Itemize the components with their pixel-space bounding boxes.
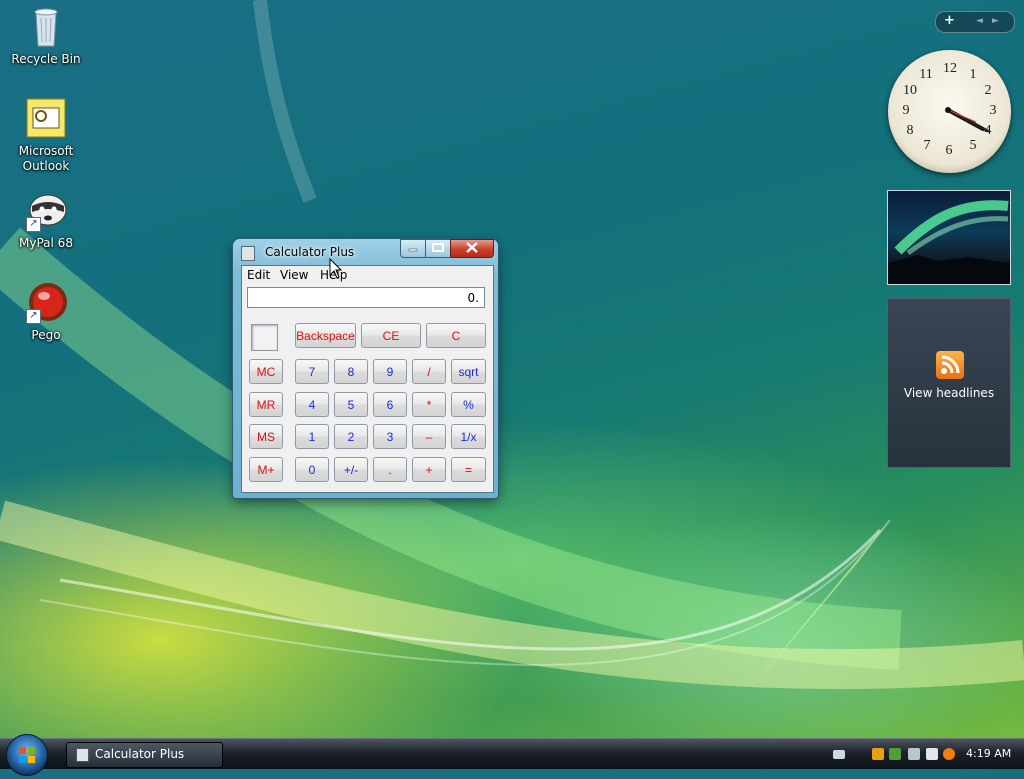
aurora-photo [888,200,1010,284]
mouse-cursor-icon [329,258,343,279]
menu-edit[interactable]: Edit [247,268,270,282]
key-decimal[interactable]: . [373,457,407,482]
m-plus-button[interactable]: M+ [249,457,283,482]
key-subtract[interactable]: – [412,424,446,449]
clock-time[interactable]: 4:19 AM [966,747,1011,760]
shortcut-arrow-icon: ↗ [26,217,41,232]
window-title: Calculator Plus [265,245,355,259]
key-equals[interactable]: = [451,457,486,482]
security-shield-icon[interactable] [872,748,884,760]
taskbar-button-calculator[interactable]: Calculator Plus [66,742,223,768]
desktop-icon-microsoft-outlook[interactable]: Microsoft Outlook [4,96,88,174]
gadget-prev-button[interactable]: ◄ [976,16,983,26]
mc-button[interactable]: MC [249,359,283,384]
desktop-icon-label: Recycle Bin [11,52,81,66]
backspace-button[interactable]: Backspace [295,323,356,348]
memory-indicator [251,324,278,351]
wallpaper-swoosh [0,0,1024,690]
gadget-toolbar: + ◄ ► [935,11,1015,33]
maximize-button[interactable] [425,239,451,258]
desktop-icon-label: MyPal 68 [19,236,73,250]
key-8[interactable]: 8 [334,359,368,384]
key-5[interactable]: 5 [334,392,368,417]
key-add[interactable]: + [412,457,446,482]
key-plus-minus[interactable]: +/- [334,457,368,482]
add-gadget-button[interactable]: + [944,13,955,28]
maximize-icon [432,243,444,252]
volume-icon[interactable] [926,748,938,760]
minimize-button[interactable] [400,239,426,258]
close-button[interactable] [450,239,494,258]
key-3[interactable]: 3 [373,424,407,449]
safely-remove-icon[interactable] [889,748,901,760]
key-multiply[interactable]: * [412,392,446,417]
key-2[interactable]: 2 [334,424,368,449]
outlook-icon [24,96,68,140]
search-icon[interactable] [943,748,955,760]
calculator-body: Edit View Help 0. Backspace CE C MC MR M… [241,265,494,493]
recycle-bin-icon [24,4,68,48]
slideshow-gadget[interactable] [887,190,1011,285]
key-sqrt[interactable]: sqrt [451,359,486,384]
clock-gadget[interactable]: 12 1 2 3 4 5 6 7 8 9 10 11 [888,50,1011,173]
key-6[interactable]: 6 [373,392,407,417]
gadget-next-button[interactable]: ► [992,16,999,26]
desktop-icon-label: Microsoft Outlook [18,144,74,173]
menu-view[interactable]: View [280,268,308,282]
calculator-window[interactable]: Calculator Plus Edit View Help 0. Backsp… [233,239,498,498]
key-reciprocal[interactable]: 1/x [451,424,486,449]
windows-logo-icon [19,747,35,763]
close-icon [466,242,478,253]
desktop-icon-label: Pego [31,328,61,342]
shortcut-arrow-icon: ↗ [26,309,41,324]
c-button[interactable]: C [426,323,486,348]
mypal-raccoon-icon: ↗ [24,188,68,232]
start-button[interactable] [6,734,48,776]
calculator-app-icon [76,748,89,762]
menu-bar: Edit View Help [242,266,493,284]
desktop-icon-pego[interactable]: ↗ Pego [4,280,88,343]
mr-button[interactable]: MR [249,392,283,417]
calculator-app-icon[interactable] [241,246,255,261]
desktop-icon-recycle-bin[interactable]: Recycle Bin [4,4,88,67]
ce-button[interactable]: CE [361,323,421,348]
taskbar-button-label: Calculator Plus [95,747,185,761]
keyboard-icon[interactable] [833,750,845,759]
key-1[interactable]: 1 [295,424,329,449]
calculator-display: 0. [247,287,485,308]
minimize-icon [408,248,418,252]
key-percent[interactable]: % [451,392,486,417]
feed-headlines-gadget[interactable]: View headlines [887,298,1011,468]
pego-red-ball-icon: ↗ [24,280,68,324]
network-icon[interactable] [908,748,920,760]
key-4[interactable]: 4 [295,392,329,417]
rss-feed-icon [936,351,964,379]
key-0[interactable]: 0 [295,457,329,482]
key-9[interactable]: 9 [373,359,407,384]
key-divide[interactable]: / [412,359,446,384]
desktop-icon-mypal[interactable]: ↗ MyPal 68 [4,188,88,251]
key-7[interactable]: 7 [295,359,329,384]
view-headlines-label[interactable]: View headlines [888,386,1010,400]
ms-button[interactable]: MS [249,424,283,449]
taskbar: Calculator Plus 4:19 AM [0,734,1024,776]
calculator-titlebar[interactable]: Calculator Plus [233,239,498,265]
clock-hands-icon [945,107,990,133]
